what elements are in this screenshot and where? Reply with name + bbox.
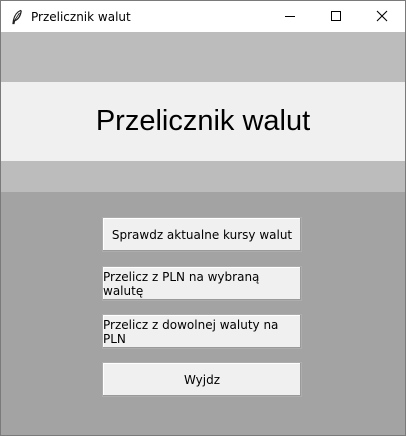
header-band: Przelicznik walut [1, 32, 405, 192]
window-title: Przelicznik walut [31, 9, 131, 24]
currency-to-pln-button[interactable]: Przelicz z dowolnej waluty na PLN [102, 314, 302, 349]
page-title: Przelicznik walut [95, 105, 311, 137]
pln-to-currency-button[interactable]: Przelicz z PLN na wybraną walutę [102, 266, 302, 301]
feather-icon [9, 9, 25, 25]
check-rates-button[interactable]: Sprawdz aktualne kursy walut [102, 217, 302, 252]
app-window: Przelicznik walut Przelicznik walut Spra… [0, 0, 406, 436]
title-bar[interactable]: Przelicznik walut [1, 1, 405, 32]
minimize-icon [284, 7, 296, 26]
header-panel: Przelicznik walut [1, 82, 405, 161]
client-area: Przelicznik walut Sprawdz aktualne kursy… [1, 32, 405, 435]
exit-button[interactable]: Wyjdz [102, 362, 302, 397]
maximize-icon [330, 7, 342, 26]
maximize-button[interactable] [313, 1, 359, 32]
window-controls [267, 1, 405, 32]
minimize-button[interactable] [267, 1, 313, 32]
close-button[interactable] [359, 1, 405, 32]
close-icon [376, 7, 388, 26]
